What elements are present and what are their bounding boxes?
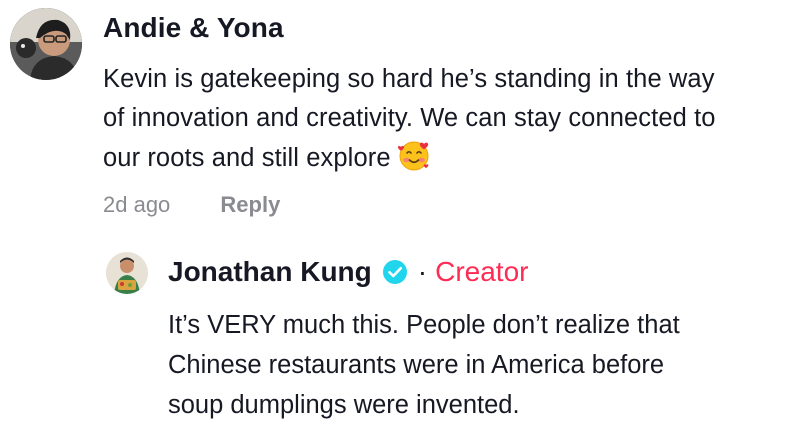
comment-author[interactable]: Andie & Yona <box>103 12 284 44</box>
separator-dot: · <box>417 256 428 287</box>
reply-text: It’s VERY much this. People don’t realiz… <box>168 305 788 425</box>
reply-text-line: Chinese restaurants were in America befo… <box>168 351 665 379</box>
reply-text-line: It’s VERY much this. People don’t realiz… <box>168 311 680 339</box>
avatar[interactable] <box>10 8 82 80</box>
comment-text-line: our roots and still explore <box>103 138 793 184</box>
comment-text: Kevin is gatekeeping so hard he’s standi… <box>103 60 793 184</box>
comment-meta: 2d ago Reply <box>103 192 280 218</box>
comment-text-segment: our roots and still explore <box>103 144 391 172</box>
reply-author[interactable]: Jonathan Kung <box>168 256 372 288</box>
comment-timestamp: 2d ago <box>103 192 171 217</box>
reply-button[interactable]: Reply <box>220 192 280 217</box>
reply-text-line: soup dumplings were invented. <box>168 391 520 419</box>
reply-author-row: Jonathan Kung · Creator <box>168 256 528 288</box>
verified-badge-icon <box>382 259 408 285</box>
reply-avatar-image <box>106 252 148 294</box>
comment-text-line: Kevin is gatekeeping so hard he’s standi… <box>103 65 715 93</box>
avatar-image <box>10 8 82 80</box>
reply-avatar[interactable] <box>106 252 148 294</box>
smiling-face-with-hearts-icon <box>397 138 431 184</box>
comment-text-line: of innovation and creativity. We can sta… <box>103 104 716 132</box>
creator-badge: Creator <box>435 256 529 287</box>
